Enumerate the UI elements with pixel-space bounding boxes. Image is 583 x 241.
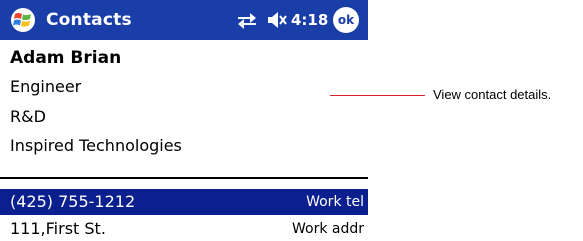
field-label: Work tel (306, 194, 364, 210)
speaker-muted-icon[interactable] (267, 11, 287, 29)
section-divider (0, 177, 368, 179)
clock[interactable]: 4:18 (291, 9, 328, 31)
contact-company: Inspired Technologies (10, 136, 182, 155)
callout-line (330, 95, 425, 96)
pocket-pc-screen: Contacts 4:18 ok Adam Brian Engineer R&D… (0, 0, 368, 241)
title-bar: Contacts 4:18 ok (0, 0, 368, 40)
windows-flag-icon[interactable] (10, 7, 36, 33)
field-row-work-tel[interactable]: (425) 755-1212 Work tel (0, 189, 368, 215)
contact-department: R&D (10, 107, 46, 126)
connectivity-arrows-icon[interactable] (236, 11, 258, 29)
ok-button[interactable]: ok (333, 7, 359, 33)
field-label: Work addr (291, 221, 364, 237)
field-value: (425) 755-1212 (10, 192, 136, 211)
field-row-work-addr[interactable]: 111,First St. Work addr (0, 216, 368, 241)
contact-name: Adam Brian (10, 48, 122, 68)
field-value: 111,First St. (10, 219, 106, 238)
contact-job-title: Engineer (10, 77, 82, 96)
callout-text: View contact details. (433, 87, 552, 102)
app-title: Contacts (46, 10, 132, 30)
